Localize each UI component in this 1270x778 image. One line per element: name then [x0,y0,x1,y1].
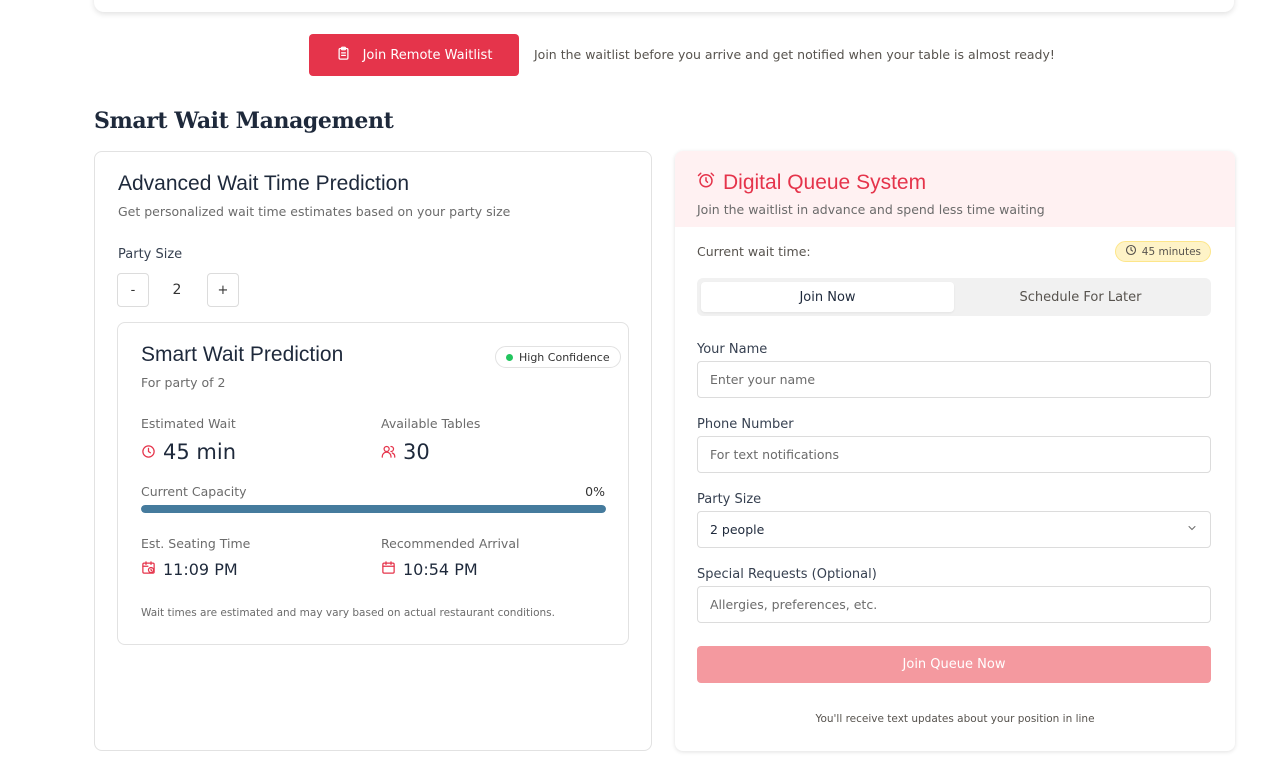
confidence-badge-label: High Confidence [519,350,610,364]
party-size-label: Party Size [118,247,183,262]
digital-queue-header: Digital Queue System Join the waitlist i… [675,151,1235,227]
tab-schedule-for-later[interactable]: Schedule For Later [954,282,1207,312]
available-tables-stat: 30 [381,440,430,464]
clock-icon [141,440,156,464]
smart-wait-title: Smart Wait Prediction [141,343,344,366]
current-wait-label: Current wait time: [697,244,811,259]
special-requests-label: Special Requests (Optional) [697,567,877,582]
digital-queue-card: Digital Queue System Join the waitlist i… [675,151,1235,751]
party-size-select[interactable]: 2 people [697,511,1211,548]
seating-time-value: 11:09 PM [163,560,238,579]
available-tables-label: Available Tables [381,416,481,431]
calendar-icon [381,560,396,579]
users-icon [381,440,396,464]
confidence-dot-icon [506,353,513,361]
special-requests-input[interactable]: Allergies, preferences, etc. [697,586,1211,623]
join-remote-waitlist-label: Join Remote Waitlist [362,47,493,63]
seating-time-stat: 11:09 PM [141,560,238,579]
confidence-badge: High Confidence [495,346,621,368]
top-card [94,0,1234,12]
join-remote-waitlist-button[interactable]: Join Remote Waitlist [309,34,519,76]
seating-time-label: Est. Seating Time [141,536,251,551]
current-wait-badge-label: 45 minutes [1141,245,1201,258]
capacity-percent: 0% [585,484,605,499]
alarm-clock-icon [697,171,715,195]
calendar-clock-icon [141,560,156,579]
smart-wait-prediction-panel: Smart Wait Prediction For party of 2 Hig… [117,322,629,645]
recommended-arrival-label: Recommended Arrival [381,536,520,551]
party-size-value: 2 [172,282,182,298]
digital-queue-title: Digital Queue System [697,171,926,195]
party-size-increment-button[interactable]: + [207,273,239,307]
smart-wait-subtitle: For party of 2 [141,375,226,390]
name-input[interactable]: Enter your name [697,361,1211,398]
clipboard-icon [336,46,351,65]
estimated-wait-label: Estimated Wait [141,416,236,431]
capacity-progress-bar [141,505,606,513]
digital-queue-title-text: Digital Queue System [723,171,927,194]
current-wait-badge: 45 minutes [1114,241,1211,262]
wait-prediction-title: Advanced Wait Time Prediction [118,172,410,195]
phone-input[interactable]: For text notifications [697,436,1211,473]
recommended-arrival-stat: 10:54 PM [381,560,478,579]
clock-icon [1125,244,1137,259]
capacity-progress-fill [141,505,606,513]
chevron-down-icon [1186,522,1198,537]
wait-disclaimer: Wait times are estimated and may vary ba… [141,607,555,619]
join-queue-button[interactable]: Join Queue Now [697,646,1211,683]
wait-prediction-subtitle: Get personalized wait time estimates bas… [118,204,511,219]
name-label: Your Name [697,342,768,357]
party-size-select-label: Party Size [697,492,762,507]
queue-footnote: You'll receive text updates about your p… [815,713,1095,725]
capacity-label: Current Capacity [141,484,247,499]
party-size-decrement-button[interactable]: - [117,273,149,307]
recommended-arrival-value: 10:54 PM [403,560,478,579]
section-title: Smart Wait Management [94,108,394,134]
tab-join-now[interactable]: Join Now [701,282,954,312]
queue-mode-tabs: Join Now Schedule For Later [697,278,1211,316]
estimated-wait-stat: 45 min [141,440,236,464]
wait-prediction-card: Advanced Wait Time Prediction Get person… [94,151,652,751]
estimated-wait-value: 45 min [163,440,236,464]
phone-label: Phone Number [697,417,794,432]
remote-waitlist-description: Join the waitlist before you arrive and … [534,47,1055,62]
digital-queue-subtitle: Join the waitlist in advance and spend l… [697,202,1045,217]
party-size-select-value: 2 people [710,522,765,537]
available-tables-value: 30 [403,440,430,464]
